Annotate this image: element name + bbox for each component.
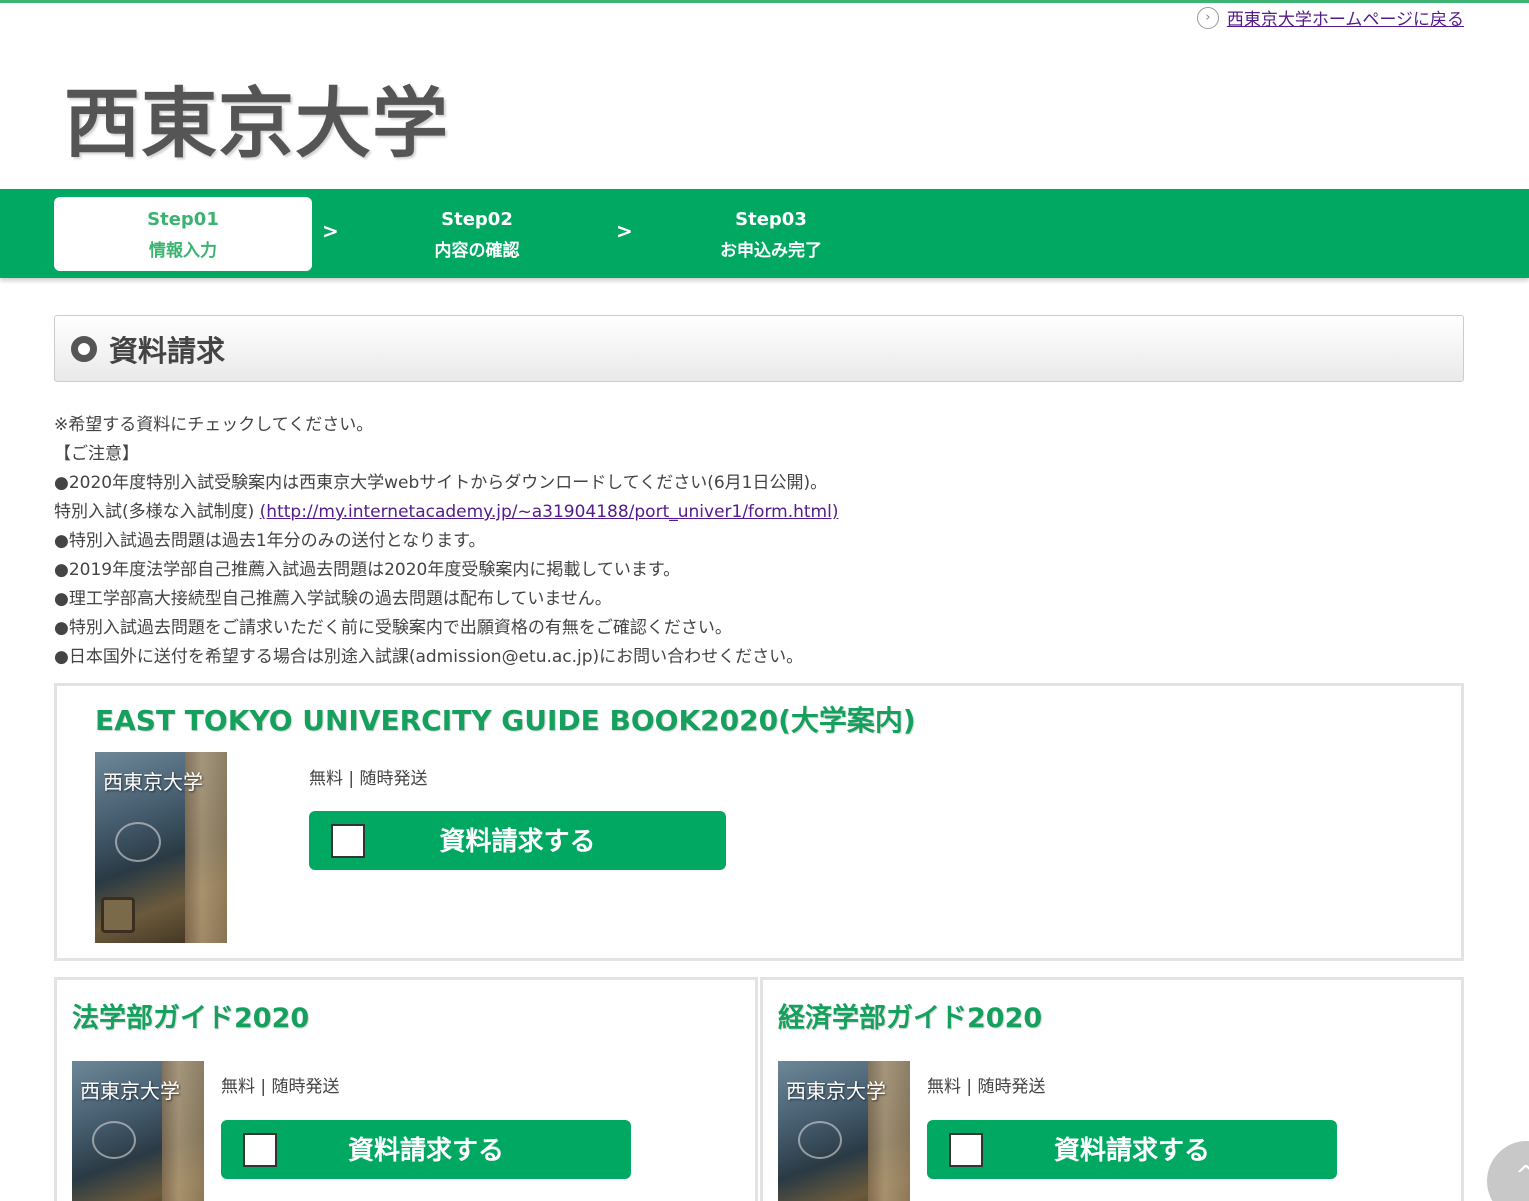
step-progress-bar: Step01 情報入力 > Step02 内容の確認 > Step03 お申込み… [0,189,1529,278]
request-button-label: 資料請求する [1053,1136,1210,1166]
step-3: Step03 お申込み完了 [642,197,900,271]
back-to-home-link[interactable]: 西東京大学ホームページに戻る [1227,5,1464,30]
notice-line: 特別入試(多様な入試制度) (http://my.internetacademy… [54,498,838,527]
notice-text: ※希望する資料にチェックしてください。 【ご注意】 ●2020年度特別入試受験案… [54,411,838,672]
step-1: Step01 情報入力 [54,197,312,271]
item-title: 経済学部ガイド2020 [778,1003,1043,1034]
section-title: 資料請求 [109,333,226,368]
step-2: Step02 内容の確認 [348,197,606,271]
chevron-right-circle-icon: › [1196,6,1219,29]
notice-line: ※希望する資料にチェックしてください。 [54,415,374,435]
notice-line: 【ご注意】 [54,444,139,464]
item-meta: 無料 | 随時発送 [927,1077,1046,1097]
request-button[interactable]: 資料請求する [221,1120,631,1179]
step-3-number: Step03 [735,209,807,230]
section-header: 資料請求 [54,315,1464,382]
step-separator: > [616,219,633,243]
back-to-home[interactable]: › 西東京大学ホームページに戻る [1196,5,1464,30]
special-exam-link[interactable]: (http://my.internetacademy.jp/~a31904188… [260,502,839,522]
notice-line: ●日本国外に送付を希望する場合は別途入試課(admission@etu.ac.j… [54,647,804,667]
item-meta: 無料 | 随時発送 [309,769,428,789]
step-2-number: Step02 [441,209,513,230]
thumbnail-label: 西東京大学 [103,770,203,794]
glasses-image-detail [115,822,161,862]
university-logo[interactable]: 西東京大学 [64,62,449,172]
step-3-label: お申込み完了 [720,241,822,261]
law-guide-card: 法学部ガイド2020 西東京大学 無料 | 随時発送 資料請求する [54,977,758,1201]
step-1-number: Step01 [147,209,219,230]
item-title: EAST TOKYO UNIVERCITY GUIDE BOOK2020(大学案… [95,704,916,737]
law-guide-thumbnail: 西東京大学 [72,1061,204,1201]
notice-line: ●特別入試過去問題をご請求いただく前に受験案内で出願資格の有無をご確認ください。 [54,618,732,638]
step-2-label: 内容の確認 [434,241,520,261]
chevron-up-icon: ^ [1515,1161,1529,1191]
notice-line: ●特別入試過去問題は過去1年分のみの送付となります。 [54,531,486,551]
request-button-label: 資料請求する [347,1136,504,1166]
notice-line: ●2020年度特別入試受験案内は西東京大学webサイトからダウンロードしてくださ… [54,473,828,493]
clock-image-detail [101,897,135,933]
request-button[interactable]: 資料請求する [927,1120,1337,1179]
scroll-to-top-button[interactable]: ^ [1487,1141,1529,1201]
glasses-image-detail [798,1121,842,1159]
request-button-label: 資料請求する [439,827,596,857]
notice-line: ●理工学部高大接続型自己推薦入学試験の過去問題は配布していません。 [54,589,612,609]
ring-bullet-icon [71,335,97,362]
thumbnail-label: 西東京大学 [786,1079,886,1103]
top-accent-line [0,0,1529,3]
request-button[interactable]: 資料請求する [309,811,726,870]
item-meta: 無料 | 随時発送 [221,1077,340,1097]
glasses-image-detail [92,1121,136,1159]
guidebook-thumbnail: 西東京大学 [95,752,227,943]
notice-text-prefix: 特別入試(多様な入試制度) [54,502,260,522]
guidebook-card: EAST TOKYO UNIVERCITY GUIDE BOOK2020(大学案… [54,683,1464,961]
step-1-label: 情報入力 [149,241,217,261]
economics-guide-card: 経済学部ガイド2020 西東京大学 無料 | 随時発送 資料請求する [760,977,1464,1201]
item-title: 法学部ガイド2020 [72,1003,310,1034]
thumbnail-label: 西東京大学 [80,1079,180,1103]
notice-line: ●2019年度法学部自己推薦入試過去問題は2020年度受験案内に掲載しています。 [54,560,681,580]
economics-guide-thumbnail: 西東京大学 [778,1061,910,1201]
step-separator: > [322,219,339,243]
